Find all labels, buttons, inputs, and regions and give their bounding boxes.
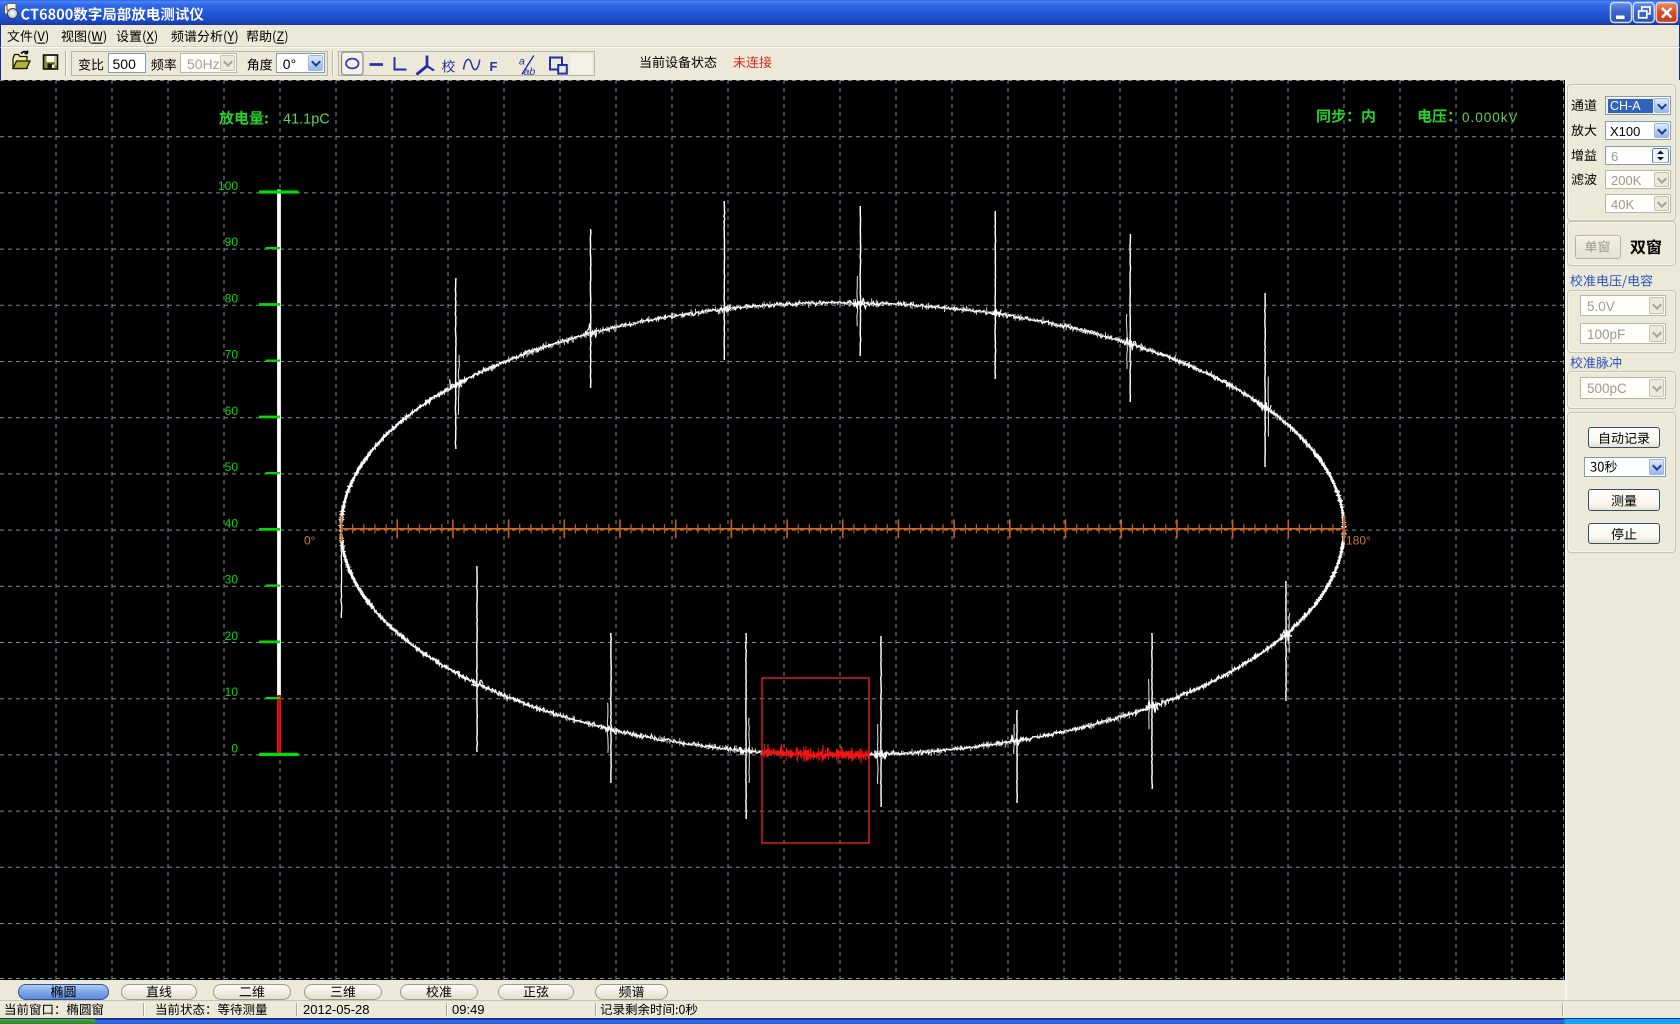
svg-text:10: 10 [225, 685, 239, 699]
svg-text:40: 40 [225, 516, 239, 530]
svg-text:30: 30 [225, 573, 239, 587]
svg-text:41.1pC: 41.1pC [283, 112, 330, 128]
svg-text:90: 90 [225, 235, 239, 249]
svg-text:100: 100 [218, 179, 238, 193]
svg-text:70: 70 [225, 348, 239, 362]
svg-text:0.000kV: 0.000kV [1462, 110, 1519, 125]
svg-text:0: 0 [231, 741, 238, 755]
svg-text:180°: 180° [1346, 534, 1371, 548]
svg-text:F: F [490, 59, 498, 74]
svg-text:20: 20 [225, 629, 239, 643]
svg-text:60: 60 [225, 404, 239, 418]
svg-text:80: 80 [225, 292, 239, 306]
svg-text:0°: 0° [304, 534, 316, 548]
svg-text:50: 50 [225, 460, 239, 474]
